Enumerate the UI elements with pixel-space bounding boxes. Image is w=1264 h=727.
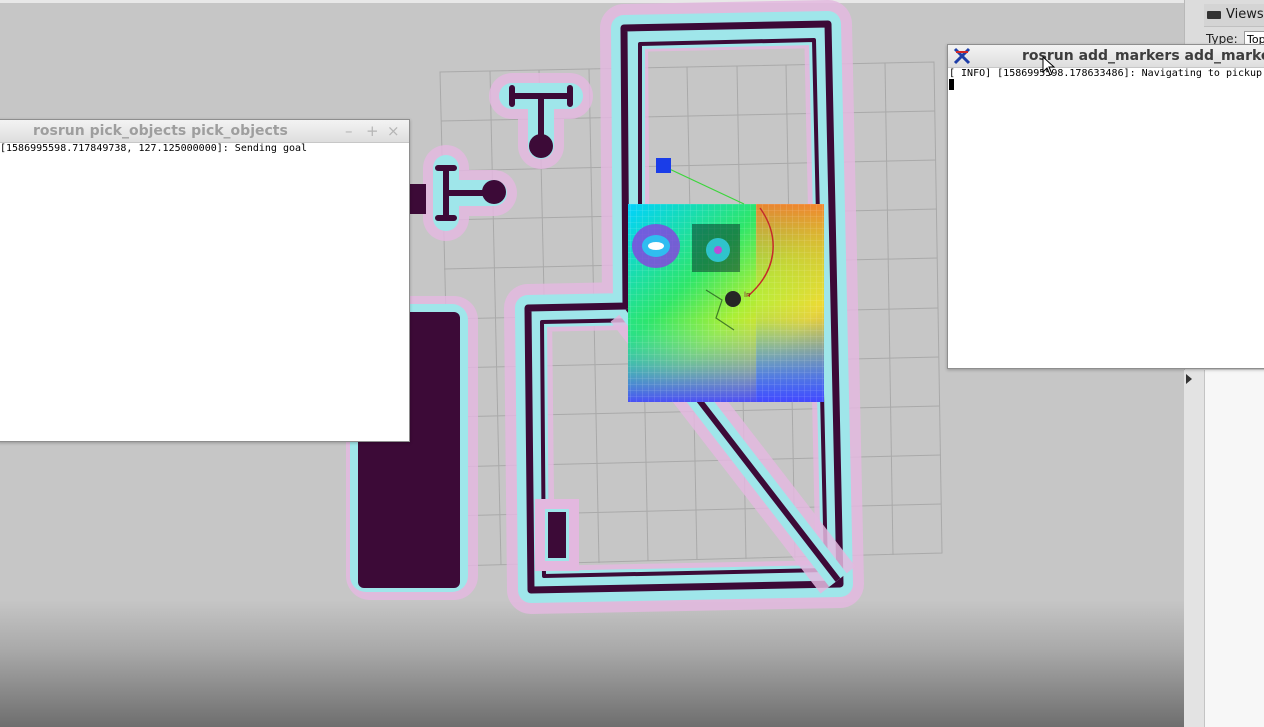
terminal-title: rosrun add_markers add_markers xyxy=(1022,48,1264,64)
chevron-right-icon[interactable] xyxy=(1186,374,1192,384)
close-icon[interactable]: × xyxy=(387,122,400,140)
views-panel-body xyxy=(1205,370,1264,727)
views-title: Views xyxy=(1226,7,1264,22)
terminal-output[interactable]: [1586995598.717849738, 127.125000000]: S… xyxy=(0,143,409,441)
mouse-pointer-icon xyxy=(1042,56,1056,76)
robot xyxy=(725,291,741,307)
terminal-line: [ INFO] [1586995598.178633486]: Navigati… xyxy=(949,68,1264,79)
terminal-titlebar[interactable]: rosrun pick_objects pick_objects – + × xyxy=(0,120,409,143)
pickup-marker xyxy=(656,158,671,173)
t-object xyxy=(489,73,593,169)
svg-text:ln: ln xyxy=(744,291,750,299)
local-costmap xyxy=(628,204,824,402)
terminal-output[interactable]: [ INFO] [1586995598.178633486]: Navigati… xyxy=(948,68,1264,368)
maximize-icon[interactable]: + xyxy=(366,122,379,140)
terminal-title: rosrun pick_objects pick_objects xyxy=(33,123,288,139)
terminal-titlebar[interactable]: rosrun add_markers add_markers xyxy=(948,45,1264,68)
minimize-icon[interactable]: – xyxy=(345,122,353,140)
table-object xyxy=(406,145,517,241)
xterm-icon xyxy=(953,47,971,65)
terminal-add-markers[interactable]: rosrun add_markers add_markers [ INFO] [… xyxy=(947,44,1264,369)
room-block xyxy=(548,512,566,558)
terminal-line: [1586995598.717849738, 127.125000000]: S… xyxy=(0,143,308,154)
camera-icon xyxy=(1207,11,1221,19)
terminal-pick-objects[interactable]: rosrun pick_objects pick_objects – + × [… xyxy=(0,119,410,442)
views-panel-header[interactable]: Views xyxy=(1204,4,1264,27)
text-cursor xyxy=(949,79,954,90)
global-plan xyxy=(662,165,745,205)
panel-splitter[interactable] xyxy=(1184,370,1205,727)
